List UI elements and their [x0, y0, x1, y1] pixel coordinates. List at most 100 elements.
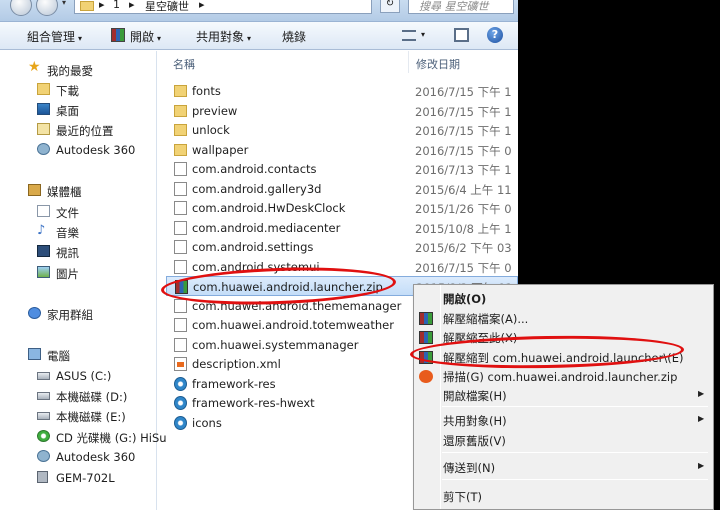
nav-item-drive-d[interactable]: 本機磁碟 (D:) — [0, 386, 157, 406]
navigation-pane: ★ 我的最愛 下載 桌面 最近的位置 Autodesk 360 媒體櫃 文件 ♪ — [0, 51, 167, 510]
drive-icon — [37, 372, 50, 380]
menu-item-extract-files[interactable]: 解壓縮檔案(A)... — [414, 309, 713, 328]
video-icon — [37, 245, 50, 257]
view-options-icon[interactable] — [402, 30, 416, 41]
nav-item-libraries[interactable]: 媒體櫃 — [0, 181, 157, 201]
context-menu: 開啟(O) 解壓縮檔案(A)... 解壓縮至此(X) 解壓縮到 com.huaw… — [413, 284, 714, 510]
menu-label: 解壓縮到 com.huawei.android.launcher\(E) — [443, 351, 684, 365]
file-row[interactable]: preview 2016/7/15 下午 1 — [166, 101, 518, 121]
file-row[interactable]: com.android.mediacenter 2015/10/8 上午 1 — [166, 218, 518, 238]
file-icon — [174, 181, 187, 196]
nav-label: 圖片 — [56, 267, 79, 281]
forward-button[interactable] — [36, 0, 58, 16]
menu-item-restore-previous-versions[interactable]: 還原舊版(V) — [414, 431, 713, 450]
search-placeholder: 搜尋 星空礦世 — [419, 0, 489, 13]
breadcrumb-item[interactable]: 1 — [113, 0, 120, 11]
nav-item-documents[interactable]: 文件 — [0, 202, 157, 222]
organize-button[interactable]: 組合管理 ▾ — [27, 28, 82, 45]
breadcrumb-separator[interactable]: ▸ — [129, 0, 135, 11]
chevron-down-icon: ▾ — [157, 34, 162, 43]
file-name: framework-res — [192, 376, 276, 391]
nav-item-recent[interactable]: 最近的位置 — [0, 120, 157, 140]
picture-icon — [37, 266, 50, 278]
file-row[interactable]: com.android.gallery3d 2015/6/4 上午 11 — [166, 179, 518, 199]
burn-button[interactable]: 燒錄 — [282, 28, 306, 45]
downloads-folder-icon — [37, 83, 50, 95]
menu-item-send-to[interactable]: 傳送到(N) ▶ — [414, 458, 713, 477]
column-divider[interactable] — [408, 51, 409, 73]
file-row[interactable]: com.android.systemui 2016/7/15 下午 0 — [166, 257, 518, 277]
nav-item-videos[interactable]: 視訊 — [0, 242, 157, 262]
submenu-arrow-icon: ▶ — [698, 389, 705, 398]
file-row[interactable]: unlock 2016/7/15 下午 1 — [166, 120, 518, 140]
menu-label: 剪下(T) — [443, 490, 482, 504]
preview-pane-icon[interactable] — [454, 28, 469, 42]
menu-item-open-with[interactable]: 開啟檔案(H) ▶ — [414, 386, 713, 405]
zip-icon — [175, 280, 188, 294]
gear-icon — [174, 396, 187, 410]
nav-item-pictures[interactable]: 圖片 — [0, 263, 157, 283]
recent-pages-dropdown[interactable]: ▾ — [62, 0, 66, 7]
menu-item-open[interactable]: 開啟(O) — [414, 289, 713, 308]
breadcrumb-separator[interactable]: ▸ — [99, 0, 105, 11]
drive-icon — [37, 412, 50, 420]
nav-label: 下載 — [56, 84, 79, 98]
file-row[interactable]: com.android.contacts 2016/7/13 下午 1 — [166, 159, 518, 179]
file-modified-date: 2016/7/15 下午 1 — [415, 85, 512, 99]
menu-item-cut[interactable]: 剪下(T) — [414, 487, 713, 506]
nav-item-favorites[interactable]: ★ 我的最愛 — [0, 60, 157, 80]
chevron-down-icon[interactable]: ▾ — [421, 30, 425, 39]
file-name: com.android.HwDeskClock — [192, 201, 346, 215]
gear-icon — [174, 376, 187, 391]
menu-item-scan[interactable]: 掃描(G) com.huawei.android.launcher.zip — [414, 367, 713, 386]
nav-item-cd-drive-g[interactable]: CD 光碟機 (G:) HiSu — [0, 427, 167, 447]
file-row[interactable]: fonts 2016/7/15 下午 1 — [166, 81, 518, 101]
share-label: 共用對象 — [196, 30, 245, 44]
nav-item-computer[interactable]: 電腦 — [0, 345, 157, 365]
nav-label: Autodesk 360 — [56, 450, 136, 464]
help-icon[interactable]: ? — [487, 27, 503, 43]
column-header-date[interactable]: 修改日期 — [416, 56, 460, 72]
menu-item-extract-here[interactable]: 解壓縮至此(X) — [414, 328, 713, 347]
nav-label: 桌面 — [56, 104, 79, 118]
nav-item-autodesk-360-computer[interactable]: Autodesk 360 — [0, 447, 157, 467]
nav-label: 本機磁碟 (E:) — [56, 410, 126, 424]
nav-item-downloads[interactable]: 下載 — [0, 80, 157, 100]
address-box[interactable]: ▸ 1 ▸ 星空礦世 ▸ — [74, 0, 372, 14]
file-name: preview — [192, 103, 238, 118]
menu-item-share-with[interactable]: 共用對象(H) ▶ — [414, 411, 713, 430]
nav-item-autodesk-360[interactable]: Autodesk 360 — [0, 140, 157, 160]
breadcrumb-separator[interactable]: ▸ — [199, 0, 205, 11]
share-with-button[interactable]: 共用對象 ▾ — [196, 28, 251, 45]
command-bar: 組合管理 ▾ 開啟 ▾ 共用對象 ▾ 燒錄 ▾ ? — [0, 22, 518, 50]
open-button[interactable]: 開啟 ▾ — [130, 28, 161, 45]
winrar-icon — [419, 331, 433, 344]
column-header-name[interactable]: 名稱 — [173, 56, 195, 72]
file-modified-date: 2016/7/15 下午 1 — [415, 124, 512, 138]
submenu-arrow-icon: ▶ — [698, 414, 705, 423]
file-row[interactable]: wallpaper 2016/7/15 下午 0 — [166, 140, 518, 160]
menu-label: 解壓縮檔案(A)... — [443, 312, 529, 326]
menu-item-extract-to-folder[interactable]: 解壓縮到 com.huawei.android.launcher\(E) — [414, 348, 713, 367]
nav-item-drive-e[interactable]: 本機磁碟 (E:) — [0, 406, 157, 426]
cloud-icon — [37, 143, 50, 155]
nav-item-drive-c[interactable]: ASUS (C:) — [0, 366, 157, 386]
nav-item-homegroup[interactable]: 家用群組 — [0, 304, 157, 324]
file-row[interactable]: com.android.settings 2015/6/2 下午 03 — [166, 237, 518, 257]
cd-drive-icon — [37, 430, 50, 442]
nav-item-desktop[interactable]: 桌面 — [0, 100, 157, 120]
nav-item-music[interactable]: ♪ 音樂 — [0, 222, 157, 242]
nav-label: 媒體櫃 — [47, 185, 82, 199]
file-modified-date: 2016/7/15 下午 0 — [415, 260, 512, 275]
nav-label: 文件 — [56, 206, 79, 220]
search-input[interactable]: 搜尋 星空礦世 — [408, 0, 514, 14]
breadcrumb-item[interactable]: 星空礦世 — [145, 0, 189, 14]
desktop-icon — [37, 103, 50, 115]
music-note-icon: ♪ — [37, 223, 46, 238]
back-button[interactable] — [10, 0, 32, 16]
refresh-button[interactable]: ↻ — [380, 0, 400, 13]
file-row[interactable]: com.android.HwDeskClock 2015/1/26 下午 0 — [166, 198, 518, 218]
file-modified-date: 2016/7/15 下午 0 — [415, 143, 512, 158]
nav-label: 我的最愛 — [47, 64, 93, 78]
nav-item-gem-702l[interactable]: GEM-702L — [0, 468, 157, 488]
